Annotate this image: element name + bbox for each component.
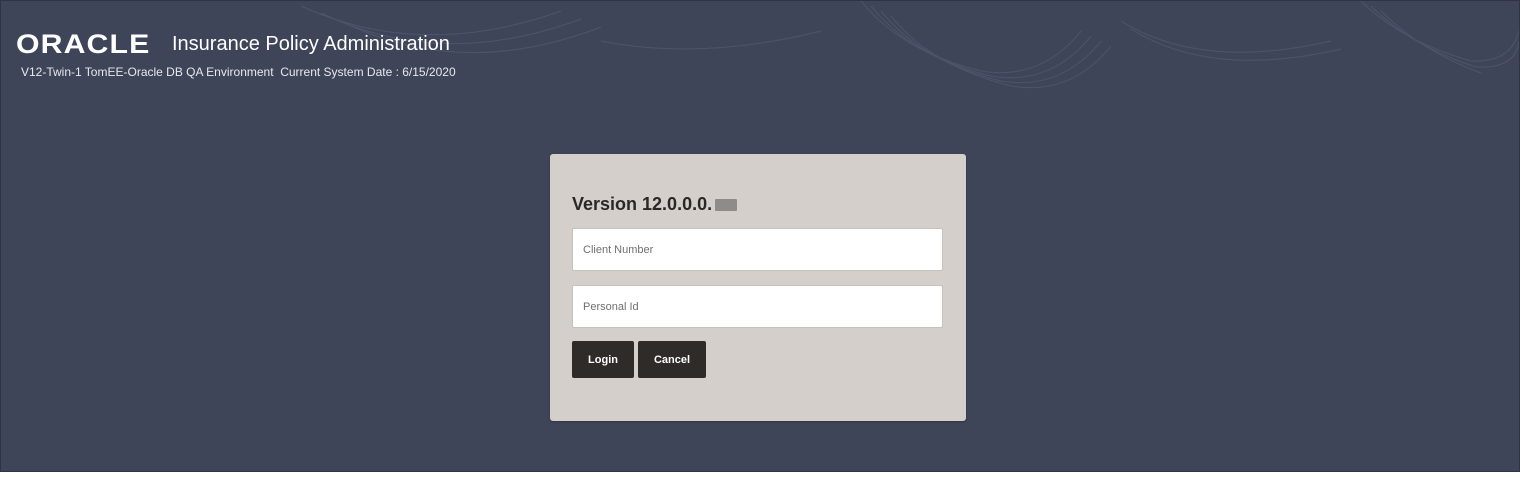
cancel-button[interactable]: Cancel bbox=[638, 341, 706, 378]
login-button[interactable]: Login bbox=[572, 341, 634, 378]
app-background: ORACLE Insurance Policy Administration V… bbox=[0, 0, 1520, 472]
brand-row: ORACLE Insurance Policy Administration bbox=[16, 29, 456, 59]
version-label: Version 12.0.0.0. bbox=[572, 194, 713, 214]
login-card: Version 12.0.0.0. Login Cancel bbox=[550, 154, 966, 421]
personal-id-input[interactable] bbox=[572, 285, 943, 328]
app-title: Insurance Policy Administration bbox=[172, 33, 450, 55]
environment-info: V12-Twin-1 TomEE-Oracle DB QA Environmen… bbox=[21, 65, 456, 79]
oracle-logo: ORACLE bbox=[16, 29, 151, 59]
client-number-input[interactable] bbox=[572, 228, 943, 271]
header: ORACLE Insurance Policy Administration V… bbox=[16, 29, 456, 79]
version-redacted bbox=[715, 198, 738, 211]
version-heading: Version 12.0.0.0. bbox=[572, 194, 738, 215]
